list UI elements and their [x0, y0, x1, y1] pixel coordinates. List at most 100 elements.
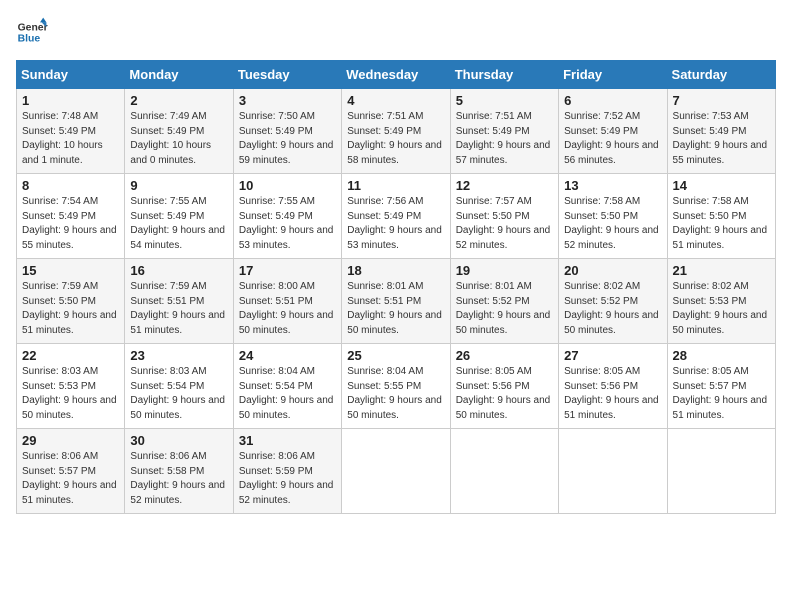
day-cell-9: 9 Sunrise: 7:55 AMSunset: 5:49 PMDayligh…: [125, 174, 233, 259]
day-cell-31: 31 Sunrise: 8:06 AMSunset: 5:59 PMDaylig…: [233, 429, 341, 514]
day-cell-26: 26 Sunrise: 8:05 AMSunset: 5:56 PMDaylig…: [450, 344, 558, 429]
day-cell-24: 24 Sunrise: 8:04 AMSunset: 5:54 PMDaylig…: [233, 344, 341, 429]
day-info: Sunrise: 7:59 AMSunset: 5:51 PMDaylight:…: [130, 281, 225, 336]
day-number: 9: [130, 178, 227, 193]
col-header-sunday: Sunday: [17, 61, 125, 89]
day-number: 18: [347, 263, 444, 278]
day-cell-23: 23 Sunrise: 8:03 AMSunset: 5:54 PMDaylig…: [125, 344, 233, 429]
day-cell-15: 15 Sunrise: 7:59 AMSunset: 5:50 PMDaylig…: [17, 259, 125, 344]
day-number: 13: [564, 178, 661, 193]
week-row-0: 1 Sunrise: 7:48 AMSunset: 5:49 PMDayligh…: [17, 89, 776, 174]
day-cell-29: 29 Sunrise: 8:06 AMSunset: 5:57 PMDaylig…: [17, 429, 125, 514]
logo-icon: General Blue: [16, 16, 48, 48]
day-cell-22: 22 Sunrise: 8:03 AMSunset: 5:53 PMDaylig…: [17, 344, 125, 429]
day-cell-3: 3 Sunrise: 7:50 AMSunset: 5:49 PMDayligh…: [233, 89, 341, 174]
day-info: Sunrise: 8:04 AMSunset: 5:55 PMDaylight:…: [347, 366, 442, 421]
day-number: 24: [239, 348, 336, 363]
empty-cell: [559, 429, 667, 514]
empty-cell: [342, 429, 450, 514]
empty-cell: [450, 429, 558, 514]
day-number: 3: [239, 93, 336, 108]
day-cell-4: 4 Sunrise: 7:51 AMSunset: 5:49 PMDayligh…: [342, 89, 450, 174]
day-number: 28: [673, 348, 770, 363]
day-info: Sunrise: 8:05 AMSunset: 5:56 PMDaylight:…: [456, 366, 551, 421]
day-info: Sunrise: 7:55 AMSunset: 5:49 PMDaylight:…: [239, 196, 334, 251]
day-info: Sunrise: 7:51 AMSunset: 5:49 PMDaylight:…: [347, 111, 442, 166]
day-number: 30: [130, 433, 227, 448]
col-header-monday: Monday: [125, 61, 233, 89]
day-cell-16: 16 Sunrise: 7:59 AMSunset: 5:51 PMDaylig…: [125, 259, 233, 344]
day-info: Sunrise: 7:55 AMSunset: 5:49 PMDaylight:…: [130, 196, 225, 251]
day-cell-18: 18 Sunrise: 8:01 AMSunset: 5:51 PMDaylig…: [342, 259, 450, 344]
empty-cell: [667, 429, 775, 514]
day-cell-19: 19 Sunrise: 8:01 AMSunset: 5:52 PMDaylig…: [450, 259, 558, 344]
svg-text:Blue: Blue: [18, 34, 41, 45]
day-info: Sunrise: 8:02 AMSunset: 5:52 PMDaylight:…: [564, 281, 659, 336]
col-header-wednesday: Wednesday: [342, 61, 450, 89]
day-number: 11: [347, 178, 444, 193]
header-row: SundayMondayTuesdayWednesdayThursdayFrid…: [17, 61, 776, 89]
day-cell-5: 5 Sunrise: 7:51 AMSunset: 5:49 PMDayligh…: [450, 89, 558, 174]
day-info: Sunrise: 7:53 AMSunset: 5:49 PMDaylight:…: [673, 111, 768, 166]
day-number: 2: [130, 93, 227, 108]
day-info: Sunrise: 8:00 AMSunset: 5:51 PMDaylight:…: [239, 281, 334, 336]
day-info: Sunrise: 7:58 AMSunset: 5:50 PMDaylight:…: [564, 196, 659, 251]
day-info: Sunrise: 8:06 AMSunset: 5:57 PMDaylight:…: [22, 451, 117, 506]
day-number: 27: [564, 348, 661, 363]
day-cell-7: 7 Sunrise: 7:53 AMSunset: 5:49 PMDayligh…: [667, 89, 775, 174]
day-info: Sunrise: 7:52 AMSunset: 5:49 PMDaylight:…: [564, 111, 659, 166]
day-info: Sunrise: 7:58 AMSunset: 5:50 PMDaylight:…: [673, 196, 768, 251]
day-cell-30: 30 Sunrise: 8:06 AMSunset: 5:58 PMDaylig…: [125, 429, 233, 514]
day-info: Sunrise: 7:57 AMSunset: 5:50 PMDaylight:…: [456, 196, 551, 251]
day-number: 31: [239, 433, 336, 448]
day-number: 1: [22, 93, 119, 108]
day-info: Sunrise: 8:04 AMSunset: 5:54 PMDaylight:…: [239, 366, 334, 421]
day-number: 25: [347, 348, 444, 363]
col-header-tuesday: Tuesday: [233, 61, 341, 89]
week-row-1: 8 Sunrise: 7:54 AMSunset: 5:49 PMDayligh…: [17, 174, 776, 259]
week-row-4: 29 Sunrise: 8:06 AMSunset: 5:57 PMDaylig…: [17, 429, 776, 514]
day-number: 15: [22, 263, 119, 278]
day-cell-27: 27 Sunrise: 8:05 AMSunset: 5:56 PMDaylig…: [559, 344, 667, 429]
day-info: Sunrise: 8:01 AMSunset: 5:52 PMDaylight:…: [456, 281, 551, 336]
week-row-2: 15 Sunrise: 7:59 AMSunset: 5:50 PMDaylig…: [17, 259, 776, 344]
day-number: 19: [456, 263, 553, 278]
day-number: 17: [239, 263, 336, 278]
col-header-thursday: Thursday: [450, 61, 558, 89]
week-row-3: 22 Sunrise: 8:03 AMSunset: 5:53 PMDaylig…: [17, 344, 776, 429]
day-number: 7: [673, 93, 770, 108]
day-cell-25: 25 Sunrise: 8:04 AMSunset: 5:55 PMDaylig…: [342, 344, 450, 429]
day-number: 8: [22, 178, 119, 193]
day-cell-21: 21 Sunrise: 8:02 AMSunset: 5:53 PMDaylig…: [667, 259, 775, 344]
day-number: 6: [564, 93, 661, 108]
day-number: 20: [564, 263, 661, 278]
day-cell-10: 10 Sunrise: 7:55 AMSunset: 5:49 PMDaylig…: [233, 174, 341, 259]
day-info: Sunrise: 8:06 AMSunset: 5:59 PMDaylight:…: [239, 451, 334, 506]
day-info: Sunrise: 8:05 AMSunset: 5:56 PMDaylight:…: [564, 366, 659, 421]
day-info: Sunrise: 8:03 AMSunset: 5:54 PMDaylight:…: [130, 366, 225, 421]
day-cell-17: 17 Sunrise: 8:00 AMSunset: 5:51 PMDaylig…: [233, 259, 341, 344]
col-header-friday: Friday: [559, 61, 667, 89]
day-info: Sunrise: 7:54 AMSunset: 5:49 PMDaylight:…: [22, 196, 117, 251]
day-number: 26: [456, 348, 553, 363]
day-cell-2: 2 Sunrise: 7:49 AMSunset: 5:49 PMDayligh…: [125, 89, 233, 174]
day-cell-8: 8 Sunrise: 7:54 AMSunset: 5:49 PMDayligh…: [17, 174, 125, 259]
day-number: 12: [456, 178, 553, 193]
day-number: 22: [22, 348, 119, 363]
day-cell-13: 13 Sunrise: 7:58 AMSunset: 5:50 PMDaylig…: [559, 174, 667, 259]
calendar-table: SundayMondayTuesdayWednesdayThursdayFrid…: [16, 60, 776, 514]
day-number: 4: [347, 93, 444, 108]
day-info: Sunrise: 8:03 AMSunset: 5:53 PMDaylight:…: [22, 366, 117, 421]
day-info: Sunrise: 8:06 AMSunset: 5:58 PMDaylight:…: [130, 451, 225, 506]
day-number: 14: [673, 178, 770, 193]
day-cell-11: 11 Sunrise: 7:56 AMSunset: 5:49 PMDaylig…: [342, 174, 450, 259]
day-number: 16: [130, 263, 227, 278]
day-info: Sunrise: 7:49 AMSunset: 5:49 PMDaylight:…: [130, 111, 211, 166]
day-number: 23: [130, 348, 227, 363]
day-number: 21: [673, 263, 770, 278]
day-info: Sunrise: 7:59 AMSunset: 5:50 PMDaylight:…: [22, 281, 117, 336]
page-header: General Blue: [16, 16, 776, 48]
day-cell-1: 1 Sunrise: 7:48 AMSunset: 5:49 PMDayligh…: [17, 89, 125, 174]
day-info: Sunrise: 8:01 AMSunset: 5:51 PMDaylight:…: [347, 281, 442, 336]
day-info: Sunrise: 7:48 AMSunset: 5:49 PMDaylight:…: [22, 111, 103, 166]
